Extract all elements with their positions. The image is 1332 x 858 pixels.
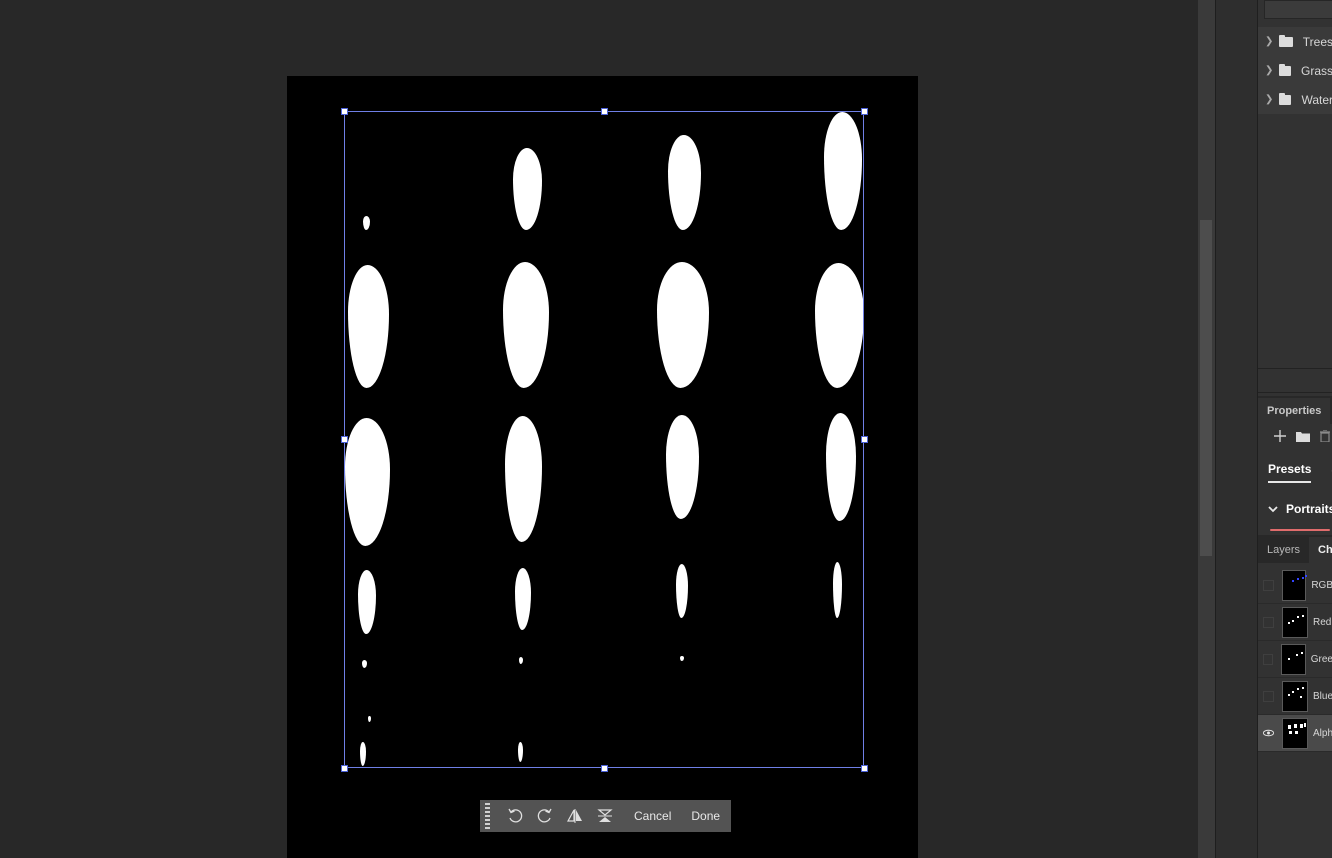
rotate-cw-icon[interactable] <box>530 800 560 832</box>
visibility-toggle[interactable] <box>1263 653 1274 665</box>
tab-properties[interactable]: Properties <box>1258 398 1331 424</box>
scrollbar-thumb[interactable] <box>1200 220 1212 556</box>
transform-handle-bottom-left[interactable] <box>341 765 348 772</box>
rotate-ccw-icon[interactable] <box>500 800 530 832</box>
layer-group-water[interactable]: ❯ Water <box>1258 85 1332 114</box>
panel-dock-gutter <box>1215 0 1258 858</box>
portraits-label: Portraits <box>1286 502 1332 516</box>
layer-group-grass[interactable]: ❯ Grass <box>1258 56 1332 85</box>
layer-group-label: Trees <box>1302 34 1332 49</box>
layer-group-trees[interactable]: ❯ Trees <box>1258 27 1332 56</box>
panel-divider <box>1258 368 1332 369</box>
visibility-toggle[interactable] <box>1263 616 1274 628</box>
transform-handle-top-right[interactable] <box>861 108 868 115</box>
chevron-right-icon[interactable]: ❯ <box>1265 65 1275 76</box>
new-folder-icon[interactable] <box>1296 429 1310 447</box>
free-transform-bounding-box[interactable] <box>344 111 864 768</box>
layer-filter-bar[interactable] <box>1264 0 1332 19</box>
folder-icon <box>1279 34 1293 47</box>
folder-icon <box>1278 63 1291 76</box>
drag-grip-icon[interactable] <box>482 800 492 832</box>
chevron-down-icon[interactable] <box>1268 505 1278 513</box>
transform-handle-middle-left[interactable] <box>341 436 348 443</box>
properties-tabbar: Properties <box>1258 396 1332 424</box>
flip-horizontal-icon[interactable] <box>560 800 590 832</box>
eye-icon[interactable] <box>1263 729 1274 737</box>
portraits-section-header[interactable]: Portraits <box>1268 502 1332 516</box>
channel-row-red[interactable]: Red <box>1258 604 1332 641</box>
document-workspace[interactable]: Cancel Done <box>0 0 1198 858</box>
chevron-right-icon[interactable]: ❯ <box>1265 36 1275 47</box>
folder-icon <box>1278 92 1292 105</box>
channel-thumbnail <box>1282 680 1308 712</box>
channel-thumbnail <box>1282 606 1308 638</box>
right-panel: ❯ Trees ❯ Grass ❯ Water Properties Prese… <box>1257 0 1332 858</box>
transform-handle-bottom-center[interactable] <box>601 765 608 772</box>
tab-channels[interactable]: Cha <box>1309 537 1332 563</box>
done-button[interactable]: Done <box>681 800 730 832</box>
transform-contextual-toolbar: Cancel Done <box>480 800 731 832</box>
layer-group-label: Water <box>1301 92 1332 107</box>
visibility-toggle[interactable] <box>1263 579 1274 591</box>
channel-label: Gree <box>1310 653 1332 665</box>
chevron-right-icon[interactable]: ❯ <box>1265 94 1275 105</box>
channel-row-blue[interactable]: Blue <box>1258 678 1332 715</box>
channels-tabbar: Layers Cha <box>1258 535 1332 563</box>
channel-thumbnail <box>1282 717 1308 749</box>
channel-thumbnail <box>1281 569 1307 601</box>
presets-tabs: Presets Si <box>1258 457 1332 483</box>
tab-presets[interactable]: Presets <box>1268 457 1312 483</box>
section-accent-line <box>1270 529 1330 531</box>
transform-handle-bottom-right[interactable] <box>861 765 868 772</box>
panel-divider <box>1258 392 1332 393</box>
cancel-button[interactable]: Cancel <box>624 800 681 832</box>
channel-thumbnail <box>1281 643 1306 675</box>
trash-icon[interactable] <box>1320 428 1330 447</box>
tab-layers[interactable]: Layers <box>1258 537 1309 563</box>
visibility-toggle[interactable] <box>1263 728 1274 739</box>
transform-handle-top-left[interactable] <box>341 108 348 115</box>
canvas-vertical-scrollbar[interactable] <box>1198 0 1215 858</box>
channel-row-alpha[interactable]: Alph <box>1258 715 1332 752</box>
channel-label: RGB <box>1311 579 1332 591</box>
transform-handle-top-center[interactable] <box>601 108 608 115</box>
channel-row-green[interactable]: Gree <box>1258 641 1332 678</box>
flip-vertical-icon[interactable] <box>590 800 620 832</box>
channel-row-rgb[interactable]: RGB <box>1258 567 1332 604</box>
properties-icon-row <box>1258 424 1332 451</box>
layer-group-label: Grass <box>1300 63 1332 78</box>
channel-label: Alph <box>1313 727 1332 739</box>
plus-icon[interactable] <box>1274 429 1286 447</box>
visibility-toggle[interactable] <box>1263 690 1274 702</box>
channel-label: Blue <box>1313 690 1332 702</box>
transform-handle-middle-right[interactable] <box>861 436 868 443</box>
channel-label: Red <box>1313 616 1332 628</box>
